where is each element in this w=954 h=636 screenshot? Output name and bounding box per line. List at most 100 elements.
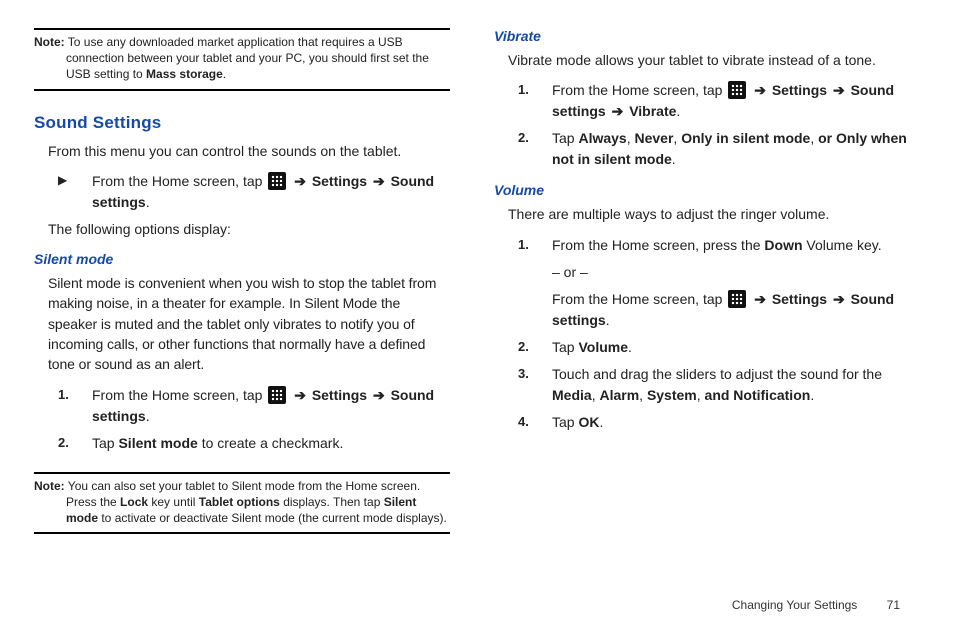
vibrate-step-1: 1. From the Home screen, tap ➔ Settings … bbox=[494, 80, 910, 122]
step-marker: 1. bbox=[494, 235, 552, 331]
note-label: Note: bbox=[34, 479, 65, 493]
right-column: Vibrate Vibrate mode allows your tablet … bbox=[494, 28, 910, 556]
period: . bbox=[606, 312, 610, 328]
never-bold: Never bbox=[635, 130, 674, 146]
text: Touch and drag the sliders to adjust the… bbox=[552, 366, 882, 382]
period: . bbox=[146, 194, 150, 210]
media-bold: Media bbox=[552, 387, 592, 403]
silent-step-1: 1. From the Home screen, tap ➔ Settings … bbox=[34, 385, 450, 427]
arrow-icon: ➔ bbox=[373, 173, 385, 189]
volume-body: There are multiple ways to adjust the ri… bbox=[494, 204, 910, 224]
text: From the Home screen, tap bbox=[92, 387, 266, 403]
step-marker: 1. bbox=[34, 385, 92, 427]
step-marker: 2. bbox=[494, 337, 552, 358]
vibrate-body: Vibrate mode allows your tablet to vibra… bbox=[494, 50, 910, 70]
apps-icon bbox=[268, 386, 286, 404]
arrow-icon: ➔ bbox=[833, 82, 845, 98]
note-text: To use any downloaded market application… bbox=[65, 35, 429, 81]
step-content: From the Home screen, tap ➔ Settings ➔ S… bbox=[92, 385, 450, 427]
note-tail: . bbox=[223, 67, 226, 81]
bullet-content: From the Home screen, tap ➔ Settings ➔ S… bbox=[92, 171, 450, 213]
alarm-bold: Alarm bbox=[599, 387, 639, 403]
apps-icon bbox=[268, 172, 286, 190]
heading-sound-settings: Sound Settings bbox=[34, 113, 450, 133]
text: Tap bbox=[552, 414, 578, 430]
text: Volume key. bbox=[803, 237, 882, 253]
lock-bold: Lock bbox=[120, 495, 148, 509]
arrow-icon: ➔ bbox=[373, 387, 385, 403]
settings-text: Settings bbox=[772, 82, 827, 98]
period: . bbox=[628, 339, 632, 355]
volume-step-1: 1. From the Home screen, press the Down … bbox=[494, 235, 910, 331]
volume-bold: Volume bbox=[578, 339, 628, 355]
page: Note: To use any downloaded market appli… bbox=[0, 0, 954, 574]
arrow-icon: ➔ bbox=[833, 291, 845, 307]
heading-volume: Volume bbox=[494, 182, 910, 198]
settings-text: Settings bbox=[772, 291, 827, 307]
period: . bbox=[146, 408, 150, 424]
step-content: Touch and drag the sliders to adjust the… bbox=[552, 364, 910, 406]
text: to create a checkmark. bbox=[198, 435, 344, 451]
onlysilent-bold: Only in silent mode bbox=[681, 130, 810, 146]
step-content: From the Home screen, tap ➔ Settings ➔ S… bbox=[552, 80, 910, 122]
options-text: The following options display: bbox=[34, 219, 450, 239]
note-bold: Mass storage bbox=[146, 67, 223, 81]
period: . bbox=[672, 151, 676, 167]
c: , bbox=[627, 130, 635, 146]
heading-vibrate: Vibrate bbox=[494, 28, 910, 44]
c: , bbox=[639, 387, 647, 403]
step-content: From the Home screen, press the Down Vol… bbox=[552, 235, 910, 331]
bullet-marker: ▶ bbox=[34, 171, 92, 213]
sound-intro: From this menu you can control the sound… bbox=[34, 141, 450, 161]
system-bold: System bbox=[647, 387, 697, 403]
volume-step-2: 2. Tap Volume. bbox=[494, 337, 910, 358]
or-text: – or – bbox=[552, 262, 910, 283]
settings-text: Settings bbox=[312, 173, 367, 189]
page-number: 71 bbox=[887, 598, 900, 612]
t: key until bbox=[148, 495, 199, 509]
step-content: Tap Always, Never, Only in silent mode, … bbox=[552, 128, 910, 170]
vibrate-text: Vibrate bbox=[629, 103, 676, 119]
text: From the Home screen, tap bbox=[92, 173, 266, 189]
volume-step-4: 4. Tap OK. bbox=[494, 412, 910, 433]
t: to activate or deactivate Silent mode (t… bbox=[98, 511, 447, 525]
t: displays. Then tap bbox=[280, 495, 384, 509]
bullet-step: ▶ From the Home screen, tap ➔ Settings ➔… bbox=[34, 171, 450, 213]
step-content: Tap Volume. bbox=[552, 337, 910, 358]
period: . bbox=[676, 103, 680, 119]
section-name: Changing Your Settings bbox=[732, 598, 857, 612]
arrow-icon: ➔ bbox=[754, 82, 766, 98]
down-bold: Down bbox=[764, 237, 802, 253]
step-content: Tap Silent mode to create a checkmark. bbox=[92, 433, 450, 454]
volume-step-3: 3. Touch and drag the sliders to adjust … bbox=[494, 364, 910, 406]
apps-icon bbox=[728, 81, 746, 99]
text: Tap bbox=[92, 435, 118, 451]
arrow-icon: ➔ bbox=[754, 291, 766, 307]
note-silent-home: Note: You can also set your tablet to Si… bbox=[34, 472, 450, 535]
step-marker: 1. bbox=[494, 80, 552, 122]
apps-icon bbox=[728, 290, 746, 308]
c: , bbox=[810, 130, 818, 146]
text: Tap bbox=[552, 130, 578, 146]
text: From the Home screen, tap bbox=[552, 82, 726, 98]
settings-text: Settings bbox=[312, 387, 367, 403]
c: , bbox=[697, 387, 705, 403]
ok-bold: OK bbox=[578, 414, 599, 430]
text: Tap bbox=[552, 339, 578, 355]
heading-silent-mode: Silent mode bbox=[34, 251, 450, 267]
arrow-icon: ➔ bbox=[612, 103, 624, 119]
text: From the Home screen, press the bbox=[552, 237, 764, 253]
arrow-icon: ➔ bbox=[294, 173, 306, 189]
vibrate-step-2: 2. Tap Always, Never, Only in silent mod… bbox=[494, 128, 910, 170]
left-column: Note: To use any downloaded market appli… bbox=[34, 28, 450, 556]
note-usb: Note: To use any downloaded market appli… bbox=[34, 28, 450, 91]
step-content: Tap OK. bbox=[552, 412, 910, 433]
text: From the Home screen, tap bbox=[552, 291, 726, 307]
andnotif-bold: and Notification bbox=[705, 387, 811, 403]
note-label: Note: bbox=[34, 35, 65, 49]
step-marker: 2. bbox=[494, 128, 552, 170]
silent-body: Silent mode is convenient when you wish … bbox=[34, 273, 450, 374]
silent-step-2: 2. Tap Silent mode to create a checkmark… bbox=[34, 433, 450, 454]
silent-mode-bold: Silent mode bbox=[118, 435, 197, 451]
step-marker: 4. bbox=[494, 412, 552, 433]
